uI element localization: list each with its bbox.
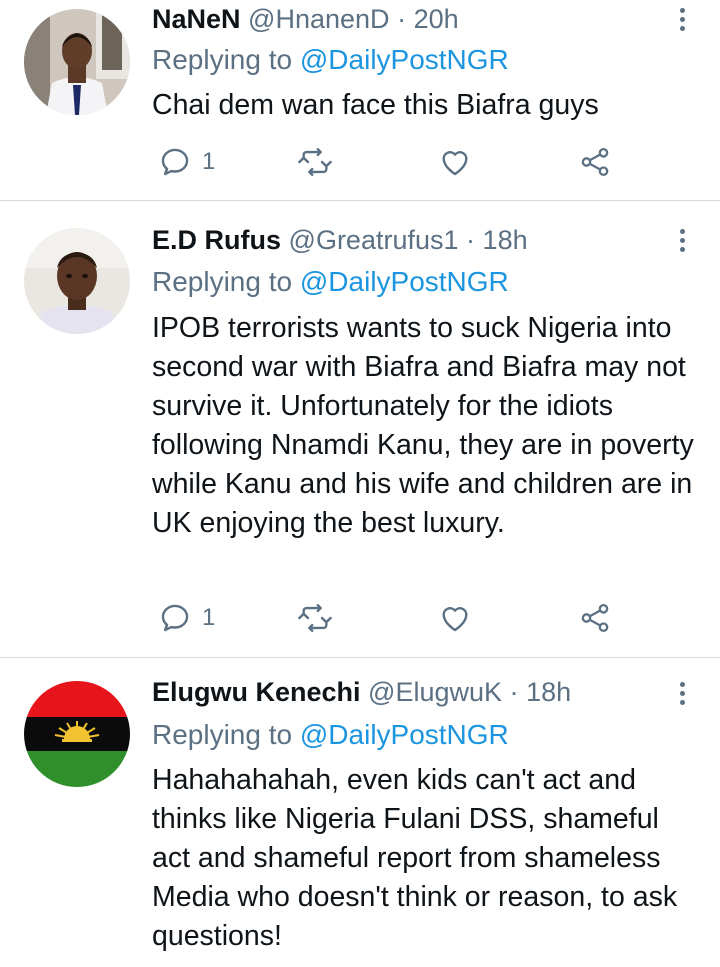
user-handle[interactable]: @Greatrufus1 [289, 225, 459, 255]
like-button[interactable] [438, 598, 472, 638]
biafra-flag-icon [24, 681, 130, 787]
share-button[interactable] [578, 598, 612, 638]
separator-dot: · [466, 225, 476, 255]
tweet[interactable]: E.D Rufus @Greatrufus1 · 18h Replying to… [0, 201, 720, 658]
mention-link[interactable]: @DailyPostNGR [300, 266, 509, 297]
avatar[interactable] [24, 681, 130, 787]
share-icon [581, 147, 609, 177]
user-handle[interactable]: @HnanenD [248, 4, 390, 34]
replying-to: Replying to @DailyPostNGR [152, 43, 509, 77]
share-button[interactable] [578, 142, 612, 182]
tweet-header: Elugwu Kenechi @ElugwuK · 18h [152, 675, 660, 709]
retweet-button[interactable] [298, 142, 332, 182]
avatar[interactable] [24, 228, 130, 334]
tweet-text: Hahahahahah, even kids can't act and thi… [152, 764, 678, 952]
mention-link[interactable]: @DailyPostNGR [300, 44, 509, 75]
retweet-icon [298, 604, 332, 632]
replying-to-label: Replying to [152, 266, 293, 297]
share-icon [581, 603, 609, 633]
like-button[interactable] [438, 142, 472, 182]
avatar[interactable] [24, 9, 130, 115]
timestamp[interactable]: 18h [526, 677, 571, 707]
more-options-icon[interactable] [678, 229, 688, 256]
replying-to-label: Replying to [152, 44, 293, 75]
timestamp[interactable]: 18h [483, 225, 528, 255]
tweet-actions: 1 [152, 598, 632, 638]
mention-link[interactable]: @DailyPostNGR [300, 719, 509, 750]
tweet-text: Chai dem wan face this Biafra guys [152, 89, 599, 121]
heart-icon [442, 151, 468, 176]
display-name[interactable]: E.D Rufus [152, 225, 281, 255]
tweet-text: IPOB terrorists wants to suck Nigeria in… [152, 312, 694, 539]
reply-button[interactable]: 1 [158, 142, 215, 182]
reply-icon [161, 148, 189, 176]
retweet-icon [298, 148, 332, 176]
separator-dot: · [509, 677, 519, 707]
more-options-icon[interactable] [678, 682, 688, 709]
reply-icon [161, 604, 189, 632]
tweet[interactable]: Elugwu Kenechi @ElugwuK · 18h Replying t… [0, 658, 720, 967]
reply-count: 1 [202, 604, 216, 631]
reply-count: 1 [202, 148, 216, 175]
more-options-icon[interactable] [678, 8, 688, 35]
separator-dot: · [397, 4, 407, 34]
display-name[interactable]: NaNeN [152, 4, 241, 34]
replying-to: Replying to @DailyPostNGR [152, 265, 509, 299]
timestamp[interactable]: 20h [414, 4, 459, 34]
user-handle[interactable]: @ElugwuK [368, 677, 502, 707]
replying-to: Replying to @DailyPostNGR [152, 718, 509, 752]
tweet-actions: 1 [152, 142, 632, 182]
tweet-header: E.D Rufus @Greatrufus1 · 18h [152, 223, 660, 257]
heart-icon [442, 607, 468, 632]
replying-to-label: Replying to [152, 719, 293, 750]
retweet-button[interactable] [298, 598, 332, 638]
reply-button[interactable]: 1 [158, 598, 215, 638]
display-name[interactable]: Elugwu Kenechi [152, 677, 361, 707]
tweet-header: NaNeN @HnanenD · 20h [152, 2, 660, 36]
tweet[interactable]: NaNeN @HnanenD · 20h Replying to @DailyP… [0, 0, 720, 201]
